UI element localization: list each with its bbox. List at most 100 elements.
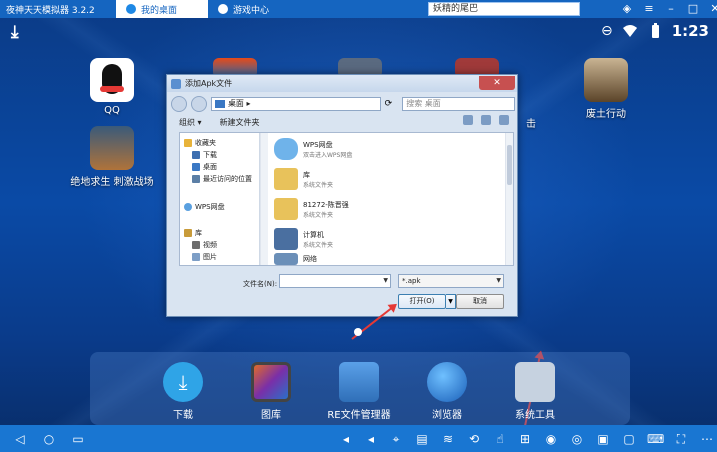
battery-icon [651, 23, 659, 38]
gps-icon[interactable]: ◉ [543, 431, 559, 447]
touch-icon[interactable]: ☝ [492, 431, 508, 447]
wasteland-icon [584, 58, 628, 102]
file-scrollbar[interactable] [505, 133, 513, 265]
nav-item-pictures[interactable]: 图片 [192, 251, 217, 262]
app-label: 废土行动 [586, 109, 626, 120]
volume-down-icon[interactable]: ◂ [338, 431, 354, 447]
page-indicator [354, 328, 362, 336]
dialog-search-input[interactable]: 搜索 桌面 [402, 96, 515, 111]
nav-item-favorites[interactable]: 收藏夹 [184, 137, 216, 148]
cloud-icon [274, 138, 298, 160]
nav-item-desktop[interactable]: 桌面 [192, 161, 217, 172]
chevron-down-icon[interactable]: ▼ [383, 277, 388, 284]
dock-label: RE文件管理器 [327, 410, 391, 421]
nav-label: 图片 [203, 252, 217, 261]
folder-icon [171, 78, 181, 89]
open-button[interactable]: 打开(O) [398, 294, 446, 309]
tab-my-desktop[interactable]: 我的桌面 [116, 0, 208, 18]
app-label: 绝地求生 刺激战场 [70, 177, 154, 188]
dock-app-re-file-manager[interactable]: RE文件管理器 [314, 362, 404, 421]
view-controls [463, 115, 509, 125]
file-name: 81272-陈晋强 [303, 200, 349, 209]
nav-item-recent[interactable]: 最近访问的位置 [192, 173, 252, 184]
list-item[interactable]: 库系统文件夹 [274, 165, 333, 193]
location-icon[interactable]: ⌖ [388, 431, 404, 447]
tab-game-center[interactable]: 游戏中心 [208, 0, 304, 18]
dock-label: 下载 [173, 410, 193, 421]
nav-label: 最近访问的位置 [203, 174, 252, 183]
cancel-button[interactable]: 取消 [456, 294, 504, 309]
app-wasteland[interactable]: 废土行动 [561, 58, 651, 120]
keyboard-icon[interactable]: ⌨ [647, 431, 664, 447]
network-icon [274, 253, 298, 265]
file-desc: 系统文件夹 [303, 181, 334, 189]
dialog-title-bar: 添加Apk文件 [167, 75, 517, 92]
filename-label: 文件名(N): [243, 280, 278, 288]
preview-pane-icon[interactable] [481, 115, 491, 125]
more-icon[interactable]: ⋯ [699, 431, 715, 447]
rotate-icon[interactable]: ⟲ [466, 431, 482, 447]
refresh-icon[interactable]: ⟳ [385, 99, 393, 109]
file-desc: 系统文件夹 [303, 241, 334, 249]
back-button[interactable] [171, 95, 187, 112]
nav-item-videos[interactable]: 视频 [192, 239, 217, 250]
dialog-title: 添加Apk文件 [185, 79, 233, 88]
app-title: 夜神天天模拟器 3.2.2 [6, 5, 95, 16]
add-apk-icon[interactable]: ⊞ [517, 431, 533, 447]
minimize-icon[interactable]: – [664, 2, 678, 16]
dock-app-system-tools[interactable]: 系统工具 [490, 362, 580, 421]
file-share-icon[interactable]: ▣ [595, 431, 611, 447]
menu-icon[interactable]: ≡ [642, 2, 656, 16]
dock-app-gallery[interactable]: 图库 [226, 362, 316, 421]
new-folder-button[interactable]: 新建文件夹 [220, 117, 260, 128]
close-icon[interactable]: ✕ [708, 2, 717, 16]
star-icon [184, 138, 192, 147]
nav-item-downloads[interactable]: 下载 [192, 149, 217, 160]
volume-up-icon[interactable]: ◂ [363, 431, 379, 447]
file-name: 网络 [303, 255, 317, 263]
globe-icon [427, 362, 467, 402]
fullscreen-icon[interactable]: ⛶ [673, 431, 689, 447]
forward-button[interactable] [190, 95, 207, 112]
skin-icon[interactable]: ◈ [620, 2, 634, 16]
dialog-close-button[interactable]: ✕ [479, 76, 515, 90]
list-item[interactable]: 网络 [274, 253, 317, 265]
app-pubg[interactable]: 绝地求生 刺激战场 [67, 126, 157, 188]
filename-input[interactable]: ▼ [279, 274, 391, 288]
shake-icon[interactable]: ≋ [440, 431, 456, 447]
screenshot-icon[interactable]: ▤ [414, 431, 430, 447]
nav-item-library[interactable]: 库 [184, 227, 202, 238]
record-icon[interactable]: ◎ [569, 431, 585, 447]
nav-label: 视频 [203, 240, 217, 249]
view-icon[interactable] [463, 115, 473, 125]
top-search-input[interactable]: 妖精的尾巴 [428, 2, 580, 16]
scrollbar-thumb[interactable] [507, 145, 512, 185]
nav-label: 下载 [203, 150, 217, 159]
dock-app-browser[interactable]: 浏览器 [402, 362, 492, 421]
maximize-icon[interactable]: □ [686, 2, 700, 16]
list-item[interactable]: 81272-陈晋强 系统文件夹 [274, 195, 349, 223]
tools-folder-icon [515, 362, 555, 402]
screen-icon[interactable]: ▢ [621, 431, 637, 447]
app-qq[interactable]: QQ [67, 58, 157, 116]
address-bar[interactable]: 桌面 ▸ [210, 96, 381, 111]
dock-label: 系统工具 [515, 410, 555, 421]
file-type-value: *.apk [402, 277, 421, 285]
recents-icon[interactable]: ▭ [70, 431, 86, 447]
download-icon: ⤓ [11, 22, 19, 42]
nav-item-wps[interactable]: WPS网盘 [184, 201, 225, 212]
nav-scrollbar[interactable] [260, 133, 268, 265]
open-options-button[interactable]: ▼ [446, 294, 456, 309]
status-bar: ⤓ ⊖ 1:23 [0, 18, 717, 46]
organize-menu[interactable]: 组织 ▾ [179, 117, 202, 128]
dock-app-download[interactable]: ⤓ 下载 [138, 362, 228, 421]
cloud-icon [184, 202, 192, 211]
back-icon[interactable]: ◁ [12, 431, 28, 447]
help-icon[interactable] [499, 115, 509, 125]
recent-icon [192, 174, 200, 183]
list-item[interactable]: 计算机 系统文件夹 [274, 225, 333, 253]
list-item[interactable]: WPS网盘 双击进入WPS网盘 [274, 135, 352, 163]
home-icon[interactable]: ○ [41, 431, 57, 447]
nav-label: WPS网盘 [195, 202, 225, 211]
file-type-select[interactable]: *.apk ▼ [398, 274, 504, 288]
